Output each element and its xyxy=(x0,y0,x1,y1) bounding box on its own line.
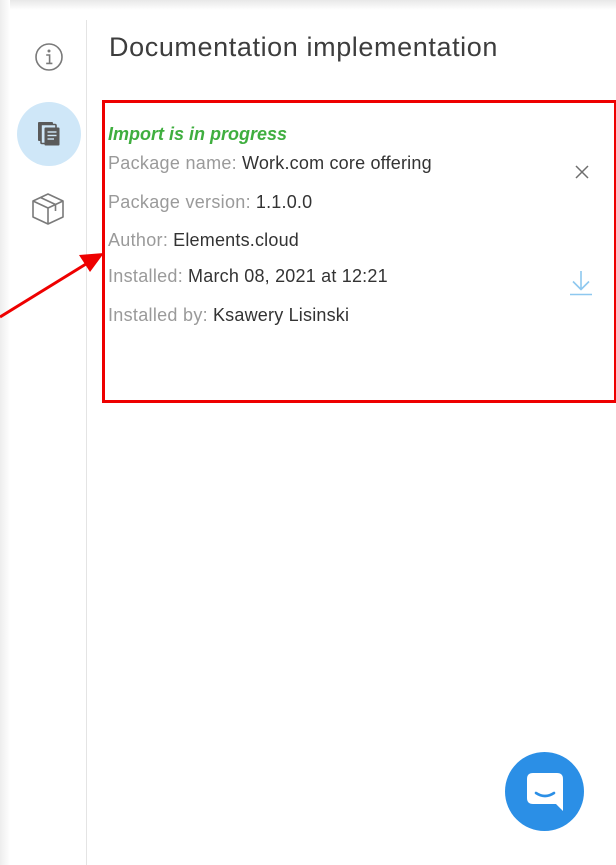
highlight-annotation-box xyxy=(102,100,616,403)
chat-icon[interactable] xyxy=(505,752,584,831)
installed-by-label: Installed by: xyxy=(108,305,208,325)
package-version-row: Package version: 1.1.0.0 xyxy=(108,192,312,213)
installed-row: Installed: March 08, 2021 at 12:21 xyxy=(108,266,388,287)
package-name-row: Package name: Work.com core offering xyxy=(108,153,432,174)
package-name-label: Package name: xyxy=(108,153,237,173)
installed-by-row: Installed by: Ksawery Lisinski xyxy=(108,305,349,326)
rail-divider xyxy=(86,20,87,865)
package-version-label: Package version: xyxy=(108,192,251,212)
annotation-arrow xyxy=(0,240,110,325)
author-row: Author: Elements.cloud xyxy=(108,230,299,251)
installed-value: March 08, 2021 at 12:21 xyxy=(188,266,388,286)
package-name-value: Work.com core offering xyxy=(241,153,432,173)
documents-icon[interactable] xyxy=(17,102,81,166)
installed-label: Installed: xyxy=(108,266,184,286)
author-label: Author: xyxy=(108,230,169,250)
download-icon[interactable] xyxy=(566,268,596,298)
close-icon[interactable] xyxy=(569,159,595,185)
import-status: Import is in progress xyxy=(108,124,288,144)
package-version-value: 1.1.0.0 xyxy=(255,192,313,212)
panel-title: Documentation implementation xyxy=(109,32,498,62)
package-icon[interactable] xyxy=(30,191,66,227)
page: Documentation implementation Import is i… xyxy=(0,0,616,865)
top-shadow xyxy=(0,0,616,10)
left-shadow xyxy=(0,0,10,865)
author-value: Elements.cloud xyxy=(173,230,300,250)
info-icon[interactable] xyxy=(34,42,64,72)
installed-by-value: Ksawery Lisinski xyxy=(212,305,350,325)
